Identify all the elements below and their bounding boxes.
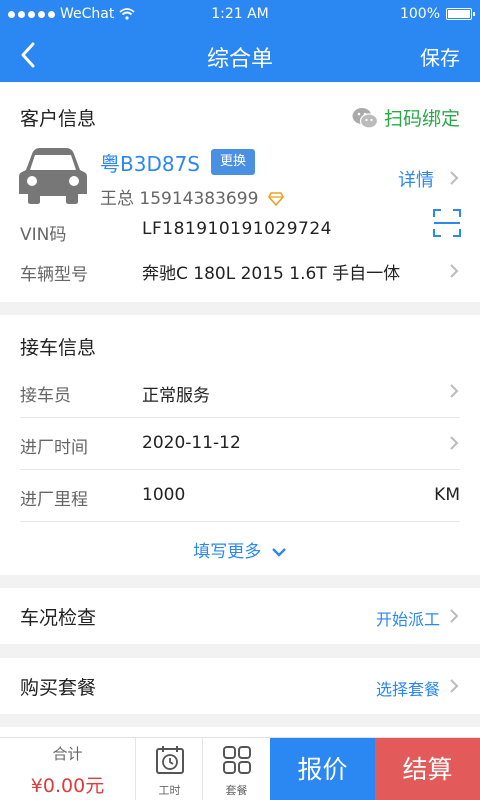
battery-icon — [446, 8, 475, 20]
receptionist-value[interactable]: 正常服务 — [142, 381, 210, 406]
battery-group: 100% — [399, 6, 475, 22]
fill-more-toggle[interactable]: 填写更多 — [0, 537, 480, 562]
chevron-right-icon — [450, 609, 459, 623]
swap-vehicle-button[interactable]: 更换 — [211, 149, 256, 175]
chevron-right-icon — [450, 264, 459, 278]
vehicle-model-value[interactable]: 奔驰C 180L 2015 1.6T 手自一体 — [142, 259, 400, 284]
settle-button[interactable]: 结算 — [375, 738, 480, 800]
select-package-link[interactable]: 选择套餐 — [376, 676, 440, 700]
scan-vin-icon[interactable] — [432, 208, 462, 238]
customer-section-title: 客户信息 — [20, 108, 97, 130]
pickup-section-title: 接车信息 — [20, 337, 97, 359]
save-button[interactable]: 保存 — [420, 42, 460, 71]
owner-name-phone: 王总 15914383699 — [100, 189, 259, 209]
total-summary: 合计 ¥0.00元 — [0, 738, 135, 800]
entry-time-label: 进厂时间 — [20, 438, 88, 458]
grid-icon — [223, 746, 251, 774]
wechat-icon — [352, 107, 378, 129]
entry-time-value[interactable]: 2020-11-12 — [142, 433, 241, 453]
scan-bind-label: 扫码绑定 — [383, 108, 460, 130]
labor-hours-button[interactable]: 工时 — [135, 738, 202, 800]
divider — [20, 521, 460, 522]
total-amount: ¥0.00元 — [30, 775, 105, 797]
battery-percent: 100% — [399, 6, 440, 22]
package-title: 购买套餐 — [20, 677, 97, 699]
vehicle-model-label: 车辆型号 — [20, 265, 88, 285]
clock-calendar-icon — [156, 746, 184, 774]
chevron-down-icon — [271, 548, 286, 557]
divider — [20, 417, 460, 418]
total-label: 合计 — [52, 745, 83, 763]
vin-label: VIN码 — [20, 225, 67, 245]
chevron-right-icon — [450, 171, 459, 185]
owner-contact: 王总 15914383699 — [100, 184, 284, 209]
nav-bar: 综合单 保存 — [0, 28, 480, 82]
start-dispatch-link[interactable]: 开始派工 — [376, 606, 440, 630]
vin-value: LF181910191029724 — [142, 219, 332, 239]
chevron-right-icon — [450, 384, 459, 398]
inspection-row[interactable]: 车况检查 开始派工 — [0, 588, 480, 644]
divider — [20, 469, 460, 470]
chevron-right-icon — [450, 436, 459, 450]
labor-hours-label: 工时 — [158, 784, 181, 797]
next-card-edge — [0, 727, 480, 737]
receptionist-label: 接车员 — [20, 386, 71, 406]
mileage-unit: KM — [434, 485, 460, 505]
status-bar: WeChat 1:21 AM 100% — [0, 0, 480, 28]
fill-more-label: 填写更多 — [193, 542, 262, 562]
package-button[interactable]: 套餐 — [202, 738, 269, 800]
inspection-title: 车况检查 — [20, 607, 97, 629]
mileage-input[interactable]: 1000 — [142, 485, 185, 505]
vip-diamond-icon — [267, 192, 284, 207]
package-row[interactable]: 购买套餐 选择套餐 — [0, 658, 480, 714]
page-title: 综合单 — [206, 47, 273, 72]
customer-card: 客户信息 扫码绑定 粤B3D87S 更换 王总 15914383699 详情 V… — [0, 82, 480, 302]
mileage-label: 进厂里程 — [20, 490, 88, 510]
car-icon — [19, 148, 87, 204]
customer-detail-link[interactable]: 详情 — [398, 166, 434, 192]
scan-bind-button[interactable]: 扫码绑定 — [352, 104, 460, 131]
chevron-right-icon — [450, 679, 459, 693]
bottom-action-bar: 合计 ¥0.00元 工时 套餐 报价 结算 — [0, 737, 480, 800]
package-label: 套餐 — [225, 784, 248, 797]
license-plate: 粤B3D87S — [100, 152, 200, 176]
pickup-card: 接车信息 接车员 正常服务 进厂时间 2020-11-12 进厂里程 1000 … — [0, 315, 480, 575]
quote-button[interactable]: 报价 — [270, 738, 375, 800]
